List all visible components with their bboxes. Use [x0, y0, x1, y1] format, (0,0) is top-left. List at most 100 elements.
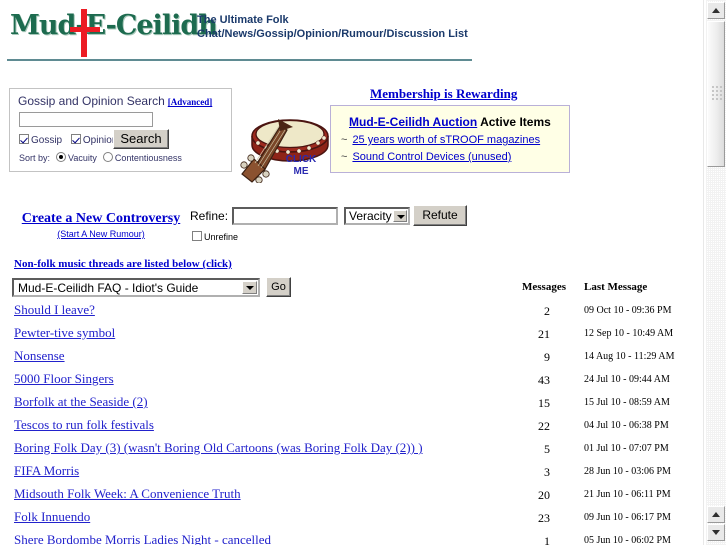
scroll-up-icon-bottom[interactable] [707, 506, 725, 523]
thread-message-count: 21 [538, 327, 550, 341]
opinion-checkbox-group[interactable]: Opinion [70, 134, 117, 146]
auction-panel-title: Mud-E-Ceilidh Auction Active Items [349, 115, 551, 129]
gossip-search-panel: Gossip and Opinion Search [Advanced] Goss… [9, 88, 232, 172]
auction-title-link[interactable]: Mud-E-Ceilidh Auction [349, 115, 477, 129]
thread-title-link[interactable]: Shere Bordombe Morris Ladies Night - can… [14, 532, 271, 545]
faq-select-value: Mud-E-Ceilidh FAQ - Idiot's Guide [18, 281, 199, 295]
logo-wordmark: Mud-E-Ceilidh [10, 10, 218, 41]
table-row[interactable]: Pewter-tive symbol 21 12 Sep 10 - 10:49 … [0, 325, 703, 348]
gossip-checkbox-group[interactable]: Gossip [19, 134, 63, 146]
column-header-last-message: Last Message [584, 281, 648, 293]
refute-button[interactable]: Refute [413, 205, 467, 226]
thread-last-message-date: 24 Jul 10 - 09:44 AM [584, 374, 670, 385]
table-row[interactable]: Borfolk at the Seaside (2) 15 15 Jul 10 … [0, 394, 703, 417]
start-new-rumour-link[interactable]: (Start A New Rumour) [16, 229, 186, 239]
advanced-search-link[interactable]: [Advanced] [168, 97, 213, 107]
thread-title-link[interactable]: Pewter-tive symbol [14, 325, 115, 341]
table-row[interactable]: Tescos to run folk festivals 22 04 Jul 1… [0, 417, 703, 440]
site-logo[interactable]: Mud-E-Ceilidh [10, 9, 218, 57]
gossip-checkbox-label: Gossip [31, 135, 63, 146]
gossip-checkbox[interactable] [19, 134, 29, 144]
sort-by-label: Sort by: [19, 153, 51, 163]
create-controversy-block: Create a New Controversy (Start A New Ru… [16, 211, 186, 239]
tagline-line-2: Chat/News/Gossip/Opinion/Rumour/Discussi… [197, 28, 468, 40]
thread-last-message-date: 05 Jun 10 - 06:02 PM [584, 535, 671, 545]
thread-title-link[interactable]: Midsouth Folk Week: A Convenience Truth [14, 486, 241, 502]
thread-last-message-date: 01 Jul 10 - 07:07 PM [584, 443, 669, 454]
thread-title-link[interactable]: 5000 Floor Singers [14, 371, 114, 387]
thread-message-count: 23 [538, 511, 550, 525]
thread-last-message-date: 04 Jul 10 - 06:38 PM [584, 420, 669, 431]
site-header: Mud-E-Ceilidh The Ultimate Folk Chat/New… [0, 0, 703, 61]
sort-contentiousness-radio[interactable] [102, 152, 113, 162]
tagline-line-1: The Ultimate Folk [197, 14, 289, 26]
thread-title-link[interactable]: Borfolk at the Seaside (2) [14, 394, 148, 410]
unrefine-checkbox[interactable] [192, 231, 202, 241]
thread-title-link[interactable]: Should I leave? [14, 302, 95, 318]
click-me-line-2: ME [293, 166, 309, 177]
go-button[interactable]: Go [266, 277, 291, 297]
thread-last-message-date: 15 Jul 10 - 08:59 AM [584, 397, 670, 408]
thread-title-link[interactable]: FIFA Morris [14, 463, 79, 479]
search-button[interactable]: Search [113, 129, 169, 149]
thread-message-count: 9 [544, 350, 550, 364]
refine-label: Refine: [190, 209, 229, 223]
thread-list: Should I leave? 2 09 Oct 10 - 09:36 PM P… [0, 302, 703, 545]
nonfolk-threads-link[interactable]: Non-folk music threads are listed below … [14, 258, 232, 270]
click-me-label[interactable]: CLICK ME [279, 154, 323, 178]
thread-message-count: 20 [538, 488, 550, 502]
opinion-checkbox[interactable] [70, 134, 81, 144]
faq-select[interactable]: Mud-E-Ceilidh FAQ - Idiot's Guide [12, 278, 260, 297]
auction-item-link[interactable]: 25 years worth of sTROOF magazines [352, 134, 540, 146]
header-divider [7, 59, 472, 61]
bullet-tilde-icon: ~ [341, 151, 348, 163]
thread-title-link[interactable]: Folk Innuendo [14, 509, 90, 525]
auction-title-suffix: Active Items [477, 115, 551, 129]
sort-vacuity-label: Vacuity [68, 153, 97, 163]
table-row[interactable]: Nonsense 9 14 Aug 10 - 11:29 AM [0, 348, 703, 371]
site-tagline: The Ultimate Folk Chat/News/Gossip/Opini… [197, 13, 468, 41]
table-row[interactable]: 5000 Floor Singers 43 24 Jul 10 - 09:44 … [0, 371, 703, 394]
auction-panel: Mud-E-Ceilidh Auction Active Items ~25 y… [330, 105, 570, 173]
red-cross-horizontal-icon [70, 27, 100, 32]
table-row[interactable]: Folk Innuendo 23 09 Jun 10 - 06:17 PM [0, 509, 703, 532]
red-cross-vertical-icon [81, 9, 87, 57]
create-controversy-link[interactable]: Create a New Controversy [16, 211, 186, 227]
search-panel-title: Gossip and Opinion Search [Advanced] [18, 94, 212, 108]
scroll-up-icon[interactable] [707, 2, 725, 19]
search-filter-checkboxes: Gossip Opinion [19, 134, 123, 146]
thread-message-count: 15 [538, 396, 550, 410]
page-canvas: Mud-E-Ceilidh The Ultimate Folk Chat/New… [0, 0, 703, 545]
thread-message-count: 5 [544, 442, 550, 456]
thread-message-count: 22 [538, 419, 550, 433]
thread-last-message-date: 09 Jun 10 - 06:17 PM [584, 512, 671, 523]
sort-vacuity-radio[interactable] [56, 152, 67, 162]
thread-last-message-date: 28 Jun 10 - 03:06 PM [584, 466, 671, 477]
membership-link[interactable]: Membership is Rewarding [370, 86, 517, 102]
thread-title-link[interactable]: Tescos to run folk festivals [14, 417, 154, 433]
bullet-tilde-icon: ~ [341, 134, 348, 146]
auction-item-link[interactable]: Sound Control Devices (unused) [352, 151, 511, 163]
thread-last-message-date: 21 Jun 10 - 06:11 PM [584, 489, 671, 500]
veracity-select[interactable]: Veracity [344, 207, 410, 225]
scroll-down-icon[interactable] [707, 524, 725, 541]
table-row[interactable]: FIFA Morris 3 28 Jun 10 - 03:06 PM [0, 463, 703, 486]
chevron-down-icon[interactable] [242, 281, 257, 294]
chevron-down-icon[interactable] [393, 210, 407, 222]
table-row[interactable]: Boring Folk Day (3) (wasn't Boring Old C… [0, 440, 703, 463]
vertical-scrollbar[interactable] [703, 0, 727, 545]
thread-last-message-date: 09 Oct 10 - 09:36 PM [584, 305, 672, 316]
column-header-messages: Messages [522, 281, 566, 293]
unrefine-checkbox-group[interactable]: Unrefine [192, 231, 238, 242]
table-row[interactable]: Shere Bordombe Morris Ladies Night - can… [0, 532, 703, 545]
table-row[interactable]: Midsouth Folk Week: A Convenience Truth … [0, 486, 703, 509]
veracity-select-value: Veracity [349, 209, 392, 223]
scrollbar-thumb[interactable] [707, 21, 725, 167]
refine-input[interactable] [232, 207, 338, 225]
search-input[interactable] [19, 112, 153, 127]
thread-title-link[interactable]: Boring Folk Day (3) (wasn't Boring Old C… [14, 440, 423, 456]
thread-title-link[interactable]: Nonsense [14, 348, 65, 364]
thread-last-message-date: 12 Sep 10 - 10:49 AM [584, 328, 674, 339]
auction-list-item: ~25 years worth of sTROOF magazines [341, 134, 540, 146]
table-row[interactable]: Should I leave? 2 09 Oct 10 - 09:36 PM [0, 302, 703, 325]
